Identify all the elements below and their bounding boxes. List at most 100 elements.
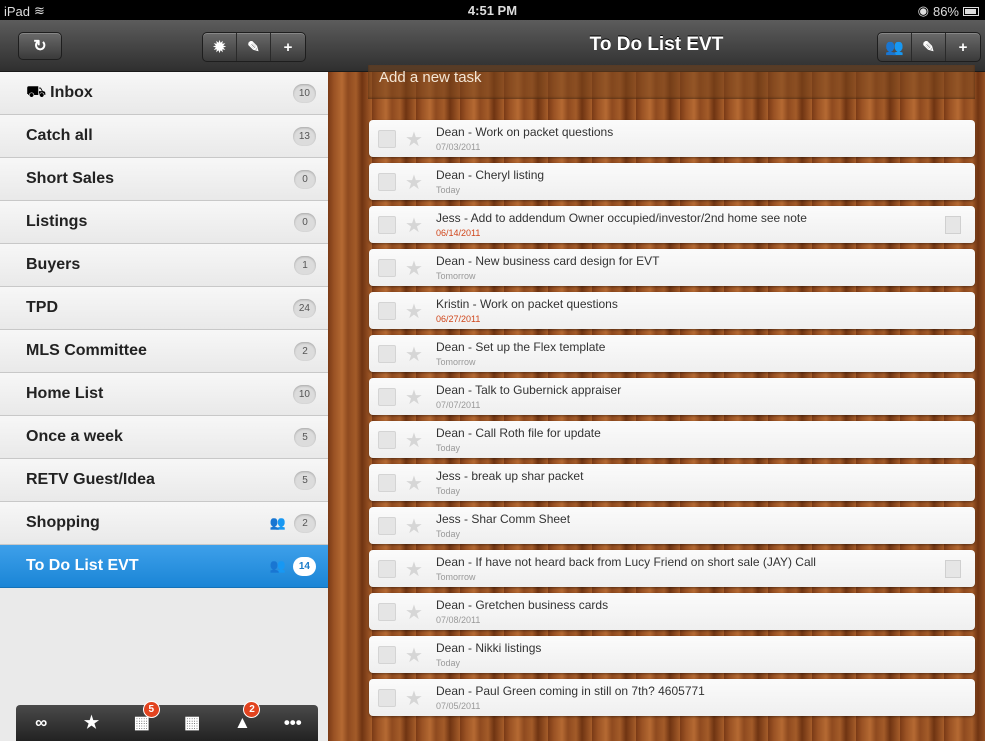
star-icon[interactable]: ★ <box>405 471 423 496</box>
task-title: Dean - Set up the Flex template <box>436 340 606 354</box>
task-row[interactable]: ★ Dean - Call Roth file for update Today <box>369 421 975 458</box>
task-row[interactable]: ★ Dean - Work on packet questions 07/03/… <box>369 120 975 157</box>
task-row[interactable]: ★ Dean - Gretchen business cards 07/08/2… <box>369 593 975 630</box>
starred-button[interactable]: ★ <box>71 713 111 733</box>
task-row[interactable]: ★ Kristin - Work on packet questions 06/… <box>369 292 975 329</box>
task-checkbox[interactable] <box>378 603 396 621</box>
star-icon[interactable]: ★ <box>405 557 423 582</box>
task-checkbox[interactable] <box>378 689 396 707</box>
task-checkbox[interactable] <box>378 388 396 406</box>
task-checkbox[interactable] <box>378 173 396 191</box>
task-checkbox[interactable] <box>378 517 396 535</box>
count-badge: 0 <box>294 213 316 232</box>
list-item-listings[interactable]: Listings 0 <box>0 201 328 244</box>
star-icon[interactable]: ★ <box>405 600 423 625</box>
task-row[interactable]: ★ Dean - If have not heard back from Luc… <box>369 550 975 587</box>
task-title: Dean - Nikki listings <box>436 641 542 655</box>
star-icon[interactable]: ★ <box>405 686 423 711</box>
list-item-to-do-list-evt[interactable]: To Do List EVT 👥 14 <box>0 545 328 588</box>
pencil-icon[interactable]: ✎ <box>237 33 271 61</box>
star-icon[interactable]: ★ <box>405 385 423 410</box>
star-icon[interactable]: ★ <box>405 514 423 539</box>
star-icon[interactable]: ★ <box>405 170 423 195</box>
add-task-input[interactable]: Add a new task <box>368 65 975 99</box>
list-label: Inbox <box>50 84 93 101</box>
task-title: Dean - Cheryl listing <box>436 168 545 182</box>
list-label: MLS Committee <box>26 342 147 359</box>
list-label: To Do List EVT <box>26 557 139 574</box>
count-badge: 14 <box>292 557 316 576</box>
list-label: Once a week <box>26 428 123 445</box>
task-row[interactable]: ★ Dean - Cheryl listing Today <box>369 163 975 200</box>
count-badge: 10 <box>292 84 316 103</box>
task-title: Dean - If have not heard back from Lucy … <box>436 555 816 569</box>
task-title: Dean - Call Roth file for update <box>436 426 601 440</box>
task-row[interactable]: ★ Dean - Nikki listings Today <box>369 636 975 673</box>
tasks-panel: To Do List EVT 👥 ✎ + Add a new task ★ De… <box>328 20 985 741</box>
task-row[interactable]: ★ Dean - New business card design for EV… <box>369 249 975 286</box>
task-row[interactable]: ★ Jess - Shar Comm Sheet Today <box>369 507 975 544</box>
task-title: Jess - Add to addendum Owner occupied/in… <box>436 211 807 225</box>
task-row[interactable]: ★ Dean - Set up the Flex template Tomorr… <box>369 335 975 372</box>
task-checkbox[interactable] <box>378 216 396 234</box>
task-date: 06/14/2011 <box>436 228 481 238</box>
count-badge: 0 <box>294 170 316 189</box>
list-label: Shopping <box>26 514 100 531</box>
task-title: Kristin - Work on packet questions <box>436 297 618 311</box>
list-item-inbox[interactable]: ⛟ Inbox 10 <box>0 72 328 115</box>
all-tasks-button[interactable]: ∞ <box>21 713 61 733</box>
share-users-icon[interactable]: 👥 <box>878 33 912 61</box>
task-checkbox[interactable] <box>378 431 396 449</box>
list-item-once-a-week[interactable]: Once a week 5 <box>0 416 328 459</box>
count-badge: 2 <box>294 342 316 361</box>
plus-icon[interactable]: + <box>271 33 305 61</box>
list-item-tpd[interactable]: TPD 24 <box>0 287 328 330</box>
note-icon <box>945 560 961 578</box>
list-item-buyers[interactable]: Buyers 1 <box>0 244 328 287</box>
count-badge: 13 <box>292 127 316 146</box>
star-icon[interactable]: ★ <box>405 342 423 367</box>
task-checkbox[interactable] <box>378 302 396 320</box>
list-item-short-sales[interactable]: Short Sales 0 <box>0 158 328 201</box>
star-icon[interactable]: ★ <box>405 299 423 324</box>
list-of-lists: ⛟ Inbox 10 Catch all 13 Short Sales 0 Li… <box>0 72 328 588</box>
star-icon[interactable]: ★ <box>405 643 423 668</box>
task-row[interactable]: ★ Jess - Add to addendum Owner occupied/… <box>369 206 975 243</box>
overdue-button[interactable]: ▲ 2 <box>222 701 262 733</box>
gear-icon[interactable]: ✹ <box>203 33 237 61</box>
task-row[interactable]: ★ Jess - break up shar packet Today <box>369 464 975 501</box>
list-item-shopping[interactable]: Shopping 👥 2 <box>0 502 328 545</box>
list-item-retv-guest-idea[interactable]: RETV Guest/Idea 5 <box>0 459 328 502</box>
tomorrow-button[interactable]: ▦ <box>172 713 212 733</box>
task-row[interactable]: ★ Dean - Paul Green coming in still on 7… <box>369 679 975 716</box>
list-item-mls-committee[interactable]: MLS Committee 2 <box>0 330 328 373</box>
task-checkbox[interactable] <box>378 646 396 664</box>
task-date: 07/07/2011 <box>436 400 481 410</box>
task-checkbox[interactable] <box>378 130 396 148</box>
refresh-button[interactable]: ↻ <box>18 32 62 60</box>
pencil-icon[interactable]: ✎ <box>912 33 946 61</box>
more-button[interactable]: ••• <box>273 713 313 733</box>
list-item-home-list[interactable]: Home List 10 <box>0 373 328 416</box>
battery-icon <box>963 6 979 16</box>
task-checkbox[interactable] <box>378 259 396 277</box>
star-icon[interactable]: ★ <box>405 256 423 281</box>
list-label: Listings <box>26 213 88 230</box>
task-checkbox[interactable] <box>378 345 396 363</box>
task-title: Dean - New business card design for EVT <box>436 254 660 268</box>
lists-actions: ✹ ✎ + <box>202 32 306 62</box>
task-date: 06/27/2011 <box>436 314 481 324</box>
star-icon[interactable]: ★ <box>405 127 423 152</box>
task-checkbox[interactable] <box>378 560 396 578</box>
task-row[interactable]: ★ Dean - Talk to Gubernick appraiser 07/… <box>369 378 975 415</box>
refresh-icon: ↻ <box>33 38 47 55</box>
star-icon[interactable]: ★ <box>405 213 423 238</box>
task-checkbox[interactable] <box>378 474 396 492</box>
plus-icon[interactable]: + <box>946 33 980 61</box>
task-title: Jess - Shar Comm Sheet <box>436 512 571 526</box>
task-list: ★ Dean - Work on packet questions 07/03/… <box>369 120 975 722</box>
list-item-catch-all[interactable]: Catch all 13 <box>0 115 328 158</box>
star-icon[interactable]: ★ <box>405 428 423 453</box>
shared-users-icon: 👥 <box>269 515 286 530</box>
today-button[interactable]: ▦ 5 <box>122 701 162 733</box>
